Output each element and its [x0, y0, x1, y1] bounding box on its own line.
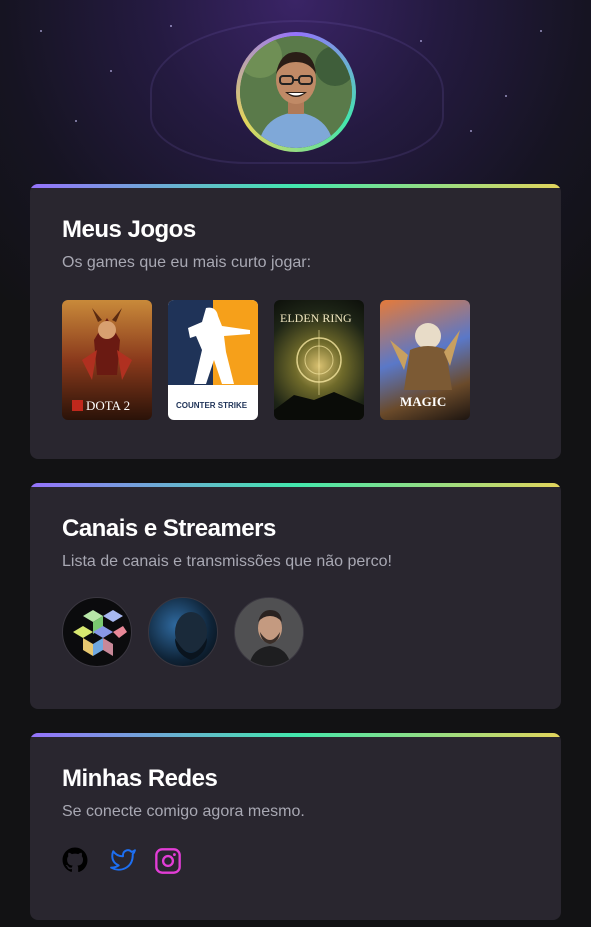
game-label: DOTA 2: [86, 398, 130, 413]
github-icon[interactable]: [62, 847, 92, 877]
streamer-avatar[interactable]: [234, 597, 304, 667]
section-subtitle: Os games que eu mais curto jogar:: [62, 254, 312, 271]
twitter-icon[interactable]: [108, 847, 138, 877]
streamer-avatar[interactable]: [62, 597, 132, 667]
game-label: ELDEN RING: [280, 311, 352, 325]
section-title: Canais e Streamers: [62, 515, 276, 542]
game-counter-strike[interactable]: COUNTER STRIKE: [168, 300, 258, 420]
game-magic[interactable]: MAGIC: [380, 300, 470, 420]
game-label: MAGIC: [400, 394, 446, 409]
section-title: Minhas Redes: [62, 765, 218, 792]
profile-photo: [240, 36, 352, 148]
game-elden-ring[interactable]: ELDEN RING: [274, 300, 364, 420]
streamer-avatar[interactable]: [148, 597, 218, 667]
section-subtitle: Se conecte comigo agora mesmo.: [62, 803, 305, 820]
streamers-list: [62, 597, 304, 667]
game-label: COUNTER STRIKE: [176, 401, 248, 410]
avatar[interactable]: [236, 32, 356, 152]
game-dota2[interactable]: DOTA 2: [62, 300, 152, 420]
section-subtitle: Lista de canais e transmissões que não p…: [62, 553, 392, 570]
games-card: Meus Jogos Os games que eu mais curto jo…: [30, 184, 561, 459]
instagram-icon[interactable]: [154, 847, 184, 877]
section-title: Meus Jogos: [62, 216, 196, 243]
games-list: DOTA 2 COUNTER STRIKE ELDEN RING MAGIC: [62, 300, 470, 420]
socials-card: Minhas Redes Se conecte comigo agora mes…: [30, 733, 561, 920]
socials-list: [62, 847, 184, 877]
streamers-card: Canais e Streamers Lista de canais e tra…: [30, 483, 561, 709]
